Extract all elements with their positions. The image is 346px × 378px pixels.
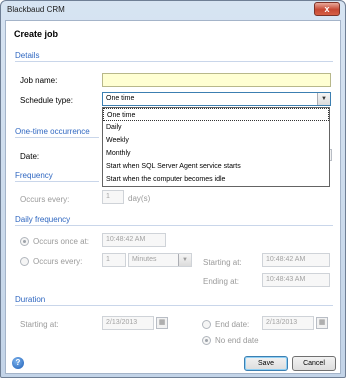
schedule-type-label: Schedule type: [20,96,73,105]
occurs-every-days-input[interactable]: 1 [102,190,124,204]
schedule-type-dropdown-list: One time Daily Weekly Monthly Start when… [102,107,330,187]
end-date-label: End date: [215,320,250,329]
occurs-once-radio[interactable] [20,237,29,246]
interval-unit-select[interactable]: Minutes ▼ [128,253,192,267]
section-one-time: One-time occurrence [15,127,90,136]
divider [15,61,333,62]
interval-unit-value: Minutes [132,256,157,263]
dropdown-option[interactable]: Monthly [103,147,329,160]
end-date-radio[interactable] [202,320,211,329]
dialog-body: Create job Details Job name: Schedule ty… [5,20,341,374]
section-frequency: Frequency [15,171,53,180]
divider [15,137,99,138]
dialog-window: Blackbaud CRM x Create job Details Job n… [0,0,346,378]
ending-at-label: Ending at: [203,277,240,286]
dropdown-option[interactable]: Start when the computer becomes idle [103,173,329,186]
dropdown-option[interactable]: One time [103,108,329,121]
job-name-input[interactable] [102,73,331,87]
save-button[interactable]: Save [244,356,288,371]
calendar-icon[interactable]: ▦ [316,317,328,329]
schedule-type-value: One time [106,95,135,102]
days-unit-label: day(s) [128,194,151,203]
section-details: Details [15,51,40,60]
chevron-down-icon[interactable]: ▼ [178,254,191,266]
section-daily-frequency: Daily frequency [15,215,71,224]
job-name-label: Job name: [20,76,58,85]
date-label: Date: [20,152,40,161]
divider [15,225,333,226]
divider [15,305,333,306]
occurs-once-label: Occurs once at: [33,237,90,246]
cancel-button[interactable]: Cancel [292,356,336,371]
end-date-input[interactable]: 2/13/2013 [262,316,314,330]
dropdown-option[interactable]: Weekly [103,134,329,147]
occurs-once-time-input[interactable]: 10:48:42 AM [102,233,166,247]
chevron-down-icon[interactable]: ▼ [317,93,330,105]
ending-time-input[interactable]: 10:48:43 AM [262,273,330,287]
occurs-every-radio[interactable] [20,257,29,266]
window-title: Blackbaud CRM [7,5,65,14]
no-end-date-label: No end date [215,336,259,345]
starting-at-label: Starting at: [203,258,242,267]
duration-start-date-input[interactable]: 2/13/2013 [102,316,154,330]
occurs-every-label: Occurs every: [20,195,70,204]
page-title: Create job [14,29,59,39]
divider [15,181,99,182]
close-button[interactable]: x [314,2,340,16]
dropdown-option[interactable]: Start when SQL Server Agent service star… [103,160,329,173]
calendar-icon[interactable]: ▦ [156,317,168,329]
help-icon[interactable]: ? [12,357,24,369]
interval-input[interactable]: 1 [102,253,126,267]
title-bar: Blackbaud CRM x [1,1,345,20]
no-end-date-radio[interactable] [202,336,211,345]
duration-starting-label: Starting at: [20,320,59,329]
dropdown-option[interactable]: Daily [103,121,329,134]
starting-time-input[interactable]: 10:48:42 AM [262,253,330,267]
schedule-type-select[interactable]: One time ▼ [102,92,331,106]
occurs-every-interval-label: Occurs every: [33,257,83,266]
section-duration: Duration [15,295,46,304]
